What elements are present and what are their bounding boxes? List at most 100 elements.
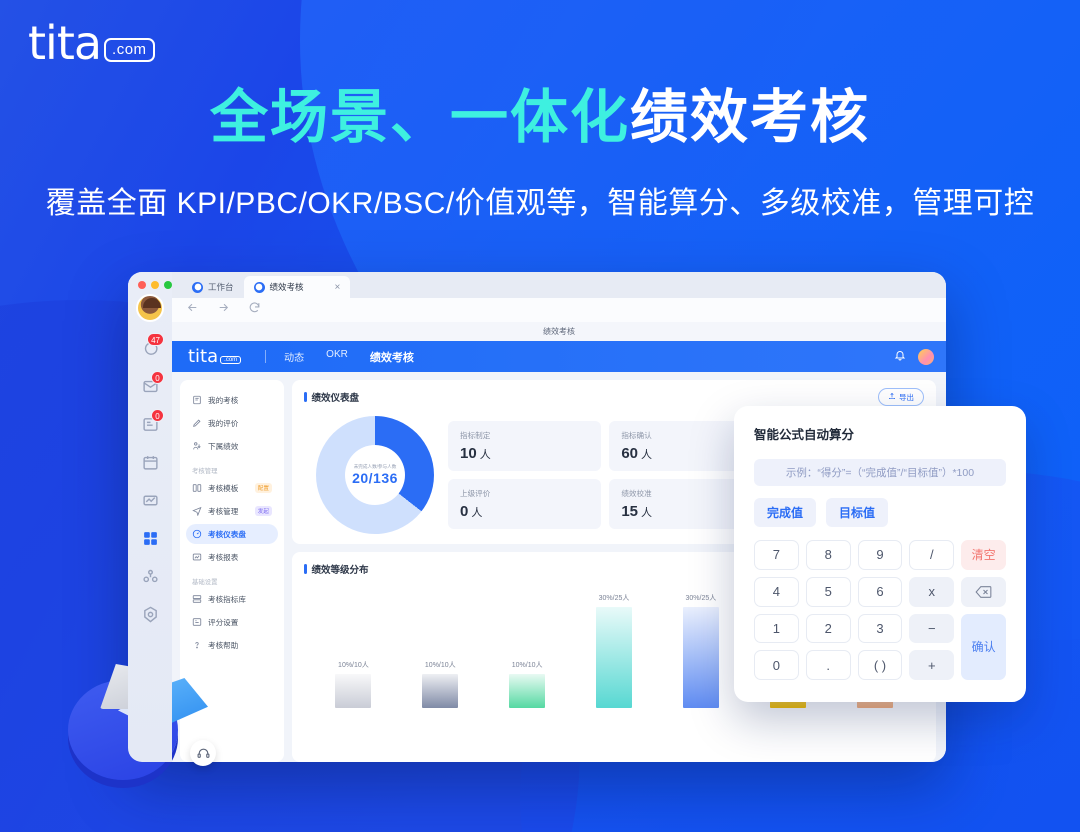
- avatar[interactable]: [918, 348, 934, 365]
- sidebar-item-label: 下属绩效: [208, 441, 239, 451]
- sidebar-group-title: 考核管理: [192, 468, 218, 475]
- key-−[interactable]: −: [909, 613, 955, 644]
- app-logo-word: tita: [188, 345, 219, 367]
- key-x[interactable]: x: [909, 576, 955, 607]
- brand-logo[interactable]: tita .com: [28, 20, 155, 66]
- key-/[interactable]: /: [909, 540, 955, 570]
- key-9[interactable]: 9: [857, 540, 903, 570]
- page-subtitle: 覆盖全面 KPI/PBC/OKR/BSC/价值观等，智能算分、多级校准，管理可控: [45, 187, 1035, 220]
- sidebar-item-indicator-library[interactable]: 考核指标库: [186, 589, 278, 609]
- key-1[interactable]: 1: [754, 613, 799, 644]
- key-2[interactable]: 2: [805, 613, 851, 644]
- key-.[interactable]: .: [805, 650, 851, 680]
- stat-label: 指标确认: [621, 431, 652, 440]
- rail-item-calendar[interactable]: [135, 449, 165, 475]
- formula-calculator-popup: 智能公式自动算分 示例：“得分”=（“完成值”/“目标值”）*100 完成值 目…: [734, 406, 1026, 702]
- forward-arrow-icon[interactable]: [217, 301, 230, 319]
- bar-column[interactable]: 10%/10人: [484, 590, 571, 708]
- rail-item-team[interactable]: [135, 563, 165, 589]
- stat-value: 10 人: [460, 445, 589, 462]
- brand-logo-word: tita: [28, 16, 102, 70]
- stat-card[interactable]: 上级评价 0人: [448, 479, 602, 529]
- close-window-dot[interactable]: [138, 281, 146, 289]
- avatar[interactable]: [136, 294, 164, 322]
- key-确认[interactable]: 确认: [961, 613, 1006, 680]
- app-menu-performance[interactable]: 绩效考核: [370, 349, 414, 365]
- browser-navbar: [172, 298, 946, 322]
- rail-item-chat[interactable]: 47: [135, 333, 165, 361]
- maximize-window-dot[interactable]: [164, 281, 172, 289]
- sidebar-item-dashboard[interactable]: 考核仪表盘: [186, 524, 278, 544]
- rail-item-tasks[interactable]: 0: [135, 409, 165, 437]
- key-8[interactable]: 8: [805, 540, 851, 570]
- back-arrow-icon[interactable]: [186, 301, 199, 319]
- brand-logo-suffix: .com: [104, 38, 155, 62]
- close-icon[interactable]: ×: [335, 282, 341, 293]
- donut-value: 20/136: [352, 470, 398, 486]
- bar[interactable]: [422, 674, 459, 708]
- bell-icon[interactable]: [894, 348, 906, 366]
- browser-page-title: 绩效考核: [172, 322, 946, 341]
- key-+[interactable]: +: [909, 650, 955, 680]
- stat-number: 0: [460, 503, 469, 520]
- sidebar-item-subordinate-performance[interactable]: 下属绩效: [186, 436, 278, 456]
- sidebar-item-management[interactable]: 考核管理 发起: [186, 501, 278, 521]
- bar[interactable]: [335, 674, 372, 708]
- key-3[interactable]: 3: [857, 613, 903, 644]
- bar-column[interactable]: 10%/10人: [310, 590, 397, 708]
- sidebar-item-template[interactable]: 考核模板 配置: [186, 478, 278, 498]
- bar-column[interactable]: 30%/25人: [571, 590, 658, 708]
- sidebar-group-title: 基础设置: [192, 579, 218, 586]
- app-menu-okr[interactable]: OKR: [326, 349, 348, 365]
- stat-number: 10: [460, 445, 477, 462]
- rail-item-apps[interactable]: [135, 525, 165, 551]
- browser-tab-label: 绩效考核: [269, 282, 304, 292]
- sidebar-item-my-review[interactable]: 我的评价: [186, 413, 278, 433]
- browser-tab-label: 工作台: [208, 282, 234, 292]
- export-button[interactable]: 导出: [878, 388, 924, 406]
- headset-icon: [197, 748, 209, 758]
- sidebar-item-label: 考核仪表盘: [208, 529, 246, 539]
- chip-target-value[interactable]: 目标值: [826, 498, 889, 527]
- sidebar-item-label: 考核报表: [208, 552, 239, 562]
- app-menu-dongtai[interactable]: 动态: [284, 349, 304, 365]
- backspace-icon[interactable]: [961, 576, 1006, 607]
- reload-icon[interactable]: [248, 301, 261, 319]
- sidebar-item-label: 我的考核: [208, 395, 239, 405]
- bar-column[interactable]: 10%/10人: [397, 590, 484, 708]
- chip-completed-value[interactable]: 完成值: [754, 498, 817, 527]
- minimize-window-dot[interactable]: [151, 281, 159, 289]
- key-清空[interactable]: 清空: [961, 540, 1006, 570]
- key-7[interactable]: 7: [754, 540, 799, 570]
- support-button[interactable]: [190, 740, 216, 766]
- bar[interactable]: [509, 674, 546, 708]
- bar-value-label: 10%/10人: [511, 662, 543, 670]
- stat-number: 15: [621, 503, 639, 520]
- app-main-menu: 动态 OKR 绩效考核: [284, 349, 414, 365]
- sidebar-item-my-assessment[interactable]: 我的考核: [186, 390, 278, 410]
- bar-column[interactable]: 30%/25人: [657, 590, 744, 708]
- window-controls[interactable]: [138, 281, 172, 289]
- key-6[interactable]: 6: [857, 576, 903, 607]
- formula-input[interactable]: 示例：“得分”=（“完成值”/“目标值”）*100: [754, 459, 1006, 486]
- bar-value-label: 10%/10人: [424, 662, 456, 670]
- headline-highlight: 全场景、一体化: [209, 85, 630, 150]
- bar[interactable]: [596, 606, 632, 708]
- sidebar-item-score-settings[interactable]: 评分设置: [186, 612, 278, 632]
- rail-item-mail[interactable]: 0: [135, 371, 165, 399]
- bar-value-label: 10%/10人: [338, 662, 369, 670]
- tasks-badge: 0: [151, 409, 164, 422]
- browser-tab-performance[interactable]: 绩效考核 ×: [243, 276, 351, 298]
- key-4[interactable]: 4: [754, 576, 799, 607]
- bar[interactable]: [682, 606, 719, 708]
- stat-card[interactable]: 指标制定 10 人: [448, 421, 602, 471]
- key-5[interactable]: 5: [805, 576, 851, 607]
- app-logo[interactable]: tita .com: [188, 345, 242, 367]
- rail-item-settings[interactable]: [135, 601, 165, 627]
- key-0[interactable]: 0: [754, 650, 799, 680]
- key-( )[interactable]: ( ): [857, 650, 903, 680]
- browser-tab-workbench[interactable]: 工作台: [182, 276, 244, 298]
- sidebar-item-reports[interactable]: 考核报表: [186, 547, 278, 567]
- workbench-tab-icon: [192, 281, 203, 293]
- rail-item-report[interactable]: [135, 487, 165, 513]
